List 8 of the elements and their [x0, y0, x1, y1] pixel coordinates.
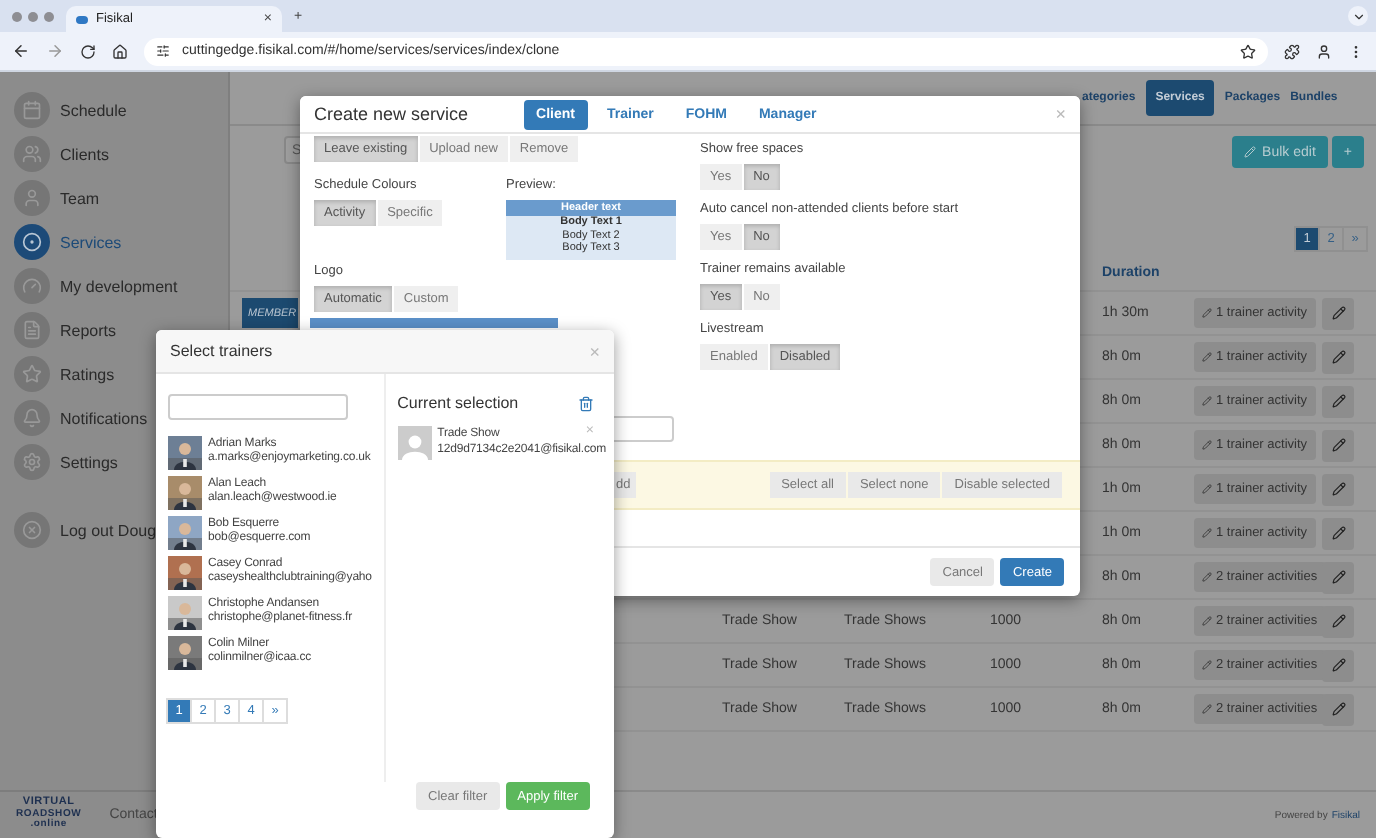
sidebar-item[interactable]: Clients	[0, 132, 228, 176]
dialog-title: Create new service	[314, 104, 469, 124]
section-title: Current selection	[397, 394, 519, 412]
sidebar-item[interactable]: My development	[0, 264, 228, 308]
sidebar-item[interactable]: Services	[0, 220, 228, 264]
sidebar-item[interactable]: Schedule	[0, 88, 228, 132]
dialog-title: Select trainers	[170, 342, 273, 360]
sidebar-item[interactable]: Team	[0, 176, 228, 220]
